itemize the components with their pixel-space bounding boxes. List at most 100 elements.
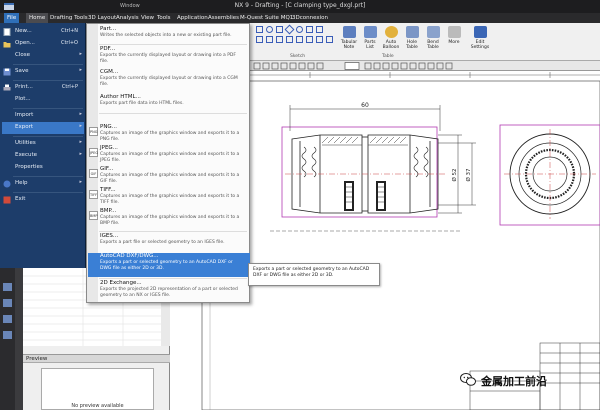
preview-title: Preview <box>26 356 48 362</box>
file-menu-help[interactable]: Help ▸ <box>2 178 84 190</box>
hole-table-icon <box>405 26 419 38</box>
wechat-icon <box>460 373 476 386</box>
offset-icon[interactable] <box>306 36 313 43</box>
window-title: NX 9 - Drafting - [C clamping type_dxgl.… <box>234 2 366 9</box>
file-menu-divider <box>13 136 83 137</box>
constraint-icon[interactable] <box>326 36 333 43</box>
file-menu-execute[interactable]: Execute ▸ <box>2 150 84 162</box>
file-menu-new[interactable]: New... Ctrl+N <box>2 26 84 38</box>
export-part[interactable]: Part... Writes the selected objects into… <box>88 26 250 43</box>
edit-settings-icon <box>473 26 487 38</box>
chevron-right-icon: ▸ <box>79 179 82 185</box>
export-gif[interactable]: GIF GIF... Captures an image of the grap… <box>88 166 250 188</box>
preview-empty-text: No preview available <box>71 403 124 409</box>
tab-tools[interactable]: Tools <box>154 13 174 23</box>
open-icon <box>3 40 11 48</box>
parts-list-button[interactable]: Parts List <box>360 25 380 58</box>
gif-icon: GIF <box>89 169 98 178</box>
properties-icon <box>3 164 11 172</box>
utilities-icon <box>3 140 11 148</box>
file-menu-close[interactable]: Close ▸ <box>2 50 84 62</box>
file-menu-plot[interactable]: Plot... <box>2 94 84 106</box>
file-menu-save[interactable]: Save ▸ <box>2 66 84 78</box>
point-icon[interactable] <box>316 26 323 33</box>
file-menu-exit[interactable]: Exit <box>2 194 84 206</box>
file-menu-print[interactable]: Print... Ctrl+P <box>2 82 84 94</box>
export-pdf[interactable]: PDF... Exports the currently displayed l… <box>88 46 250 68</box>
clamp-side-view <box>285 134 445 214</box>
help-icon <box>3 180 11 188</box>
tooltip: Exports a part or selected geometry to a… <box>248 263 380 286</box>
dimension-width: 60 <box>361 102 369 109</box>
chevron-right-icon: ▸ <box>79 51 82 57</box>
auto-balloon-icon <box>384 26 398 38</box>
tab-home[interactable]: Home <box>26 13 49 23</box>
menu-bar: File Home Drafting Tools 3D Layout Analy… <box>0 13 600 23</box>
mirror-icon[interactable] <box>296 36 303 43</box>
bend-table-button[interactable]: Bend Table <box>423 25 443 58</box>
fillet-icon[interactable] <box>276 36 283 43</box>
edit-settings-button[interactable]: Edit Settings <box>467 25 493 58</box>
pattern-icon[interactable] <box>316 36 323 43</box>
file-menu-divider <box>13 80 83 81</box>
export-jpeg[interactable]: JPEG JPEG... Captures an image of the gr… <box>88 145 250 167</box>
more-button[interactable]: More <box>444 25 464 58</box>
png-icon: PNG <box>89 127 98 136</box>
parts-list-icon <box>363 26 377 38</box>
exit-icon <box>3 196 11 204</box>
plot-icon <box>3 96 11 104</box>
tabular-note-button[interactable]: Tabular Note <box>339 25 359 58</box>
bmp-icon: BMP <box>89 211 98 220</box>
new-icon <box>3 28 11 36</box>
dimension-diameter-52: Ø 52 <box>451 168 458 181</box>
chevron-right-icon: ▸ <box>79 67 82 73</box>
arc-icon[interactable] <box>266 26 273 33</box>
jpeg-icon: JPEG <box>89 148 98 157</box>
ribbon-group-table: Table <box>382 54 394 59</box>
chevron-right-icon: ▸ <box>79 151 82 157</box>
dimension-diameter-37: Ø 37 <box>465 168 472 182</box>
file-menu-utilities[interactable]: Utilities ▸ <box>2 138 84 150</box>
chamfer-icon[interactable] <box>286 36 293 43</box>
export-bmp[interactable]: BMP BMP... Captures an image of the grap… <box>88 208 250 230</box>
title-bar: Window NX 9 - Drafting - [C clamping typ… <box>0 0 600 13</box>
export-tiff[interactable]: TIFF TIFF... Captures an image of the gr… <box>88 187 250 209</box>
preview-header[interactable]: Preview <box>23 354 170 363</box>
import-icon <box>3 112 11 120</box>
tab-mquest[interactable]: M-Quest Suite MQ1 <box>237 13 296 23</box>
export-cgm[interactable]: CGM... Exports the currently displayed l… <box>88 69 250 91</box>
tab-3dconnexion[interactable]: 3Dconnexion <box>289 13 331 23</box>
file-menu-divider <box>13 64 83 65</box>
export-icon <box>3 124 11 132</box>
file-menu: New... Ctrl+N Open... Ctrl+O Close ▸ Sav… <box>0 23 86 268</box>
export-png[interactable]: PNG PNG... Captures an image of the grap… <box>88 124 250 146</box>
export-author-html[interactable]: Author HTML... Exports part file data in… <box>88 94 250 111</box>
tab-file[interactable]: File <box>4 13 20 23</box>
chevron-right-icon: ▸ <box>79 139 82 145</box>
file-menu-open[interactable]: Open... Ctrl+O <box>2 38 84 50</box>
export-2d-exchange[interactable]: 2D Exchange... Exports the projected 2D … <box>88 280 250 302</box>
export-iges[interactable]: IGES... Exports a part file or selected … <box>88 233 250 250</box>
ribbon-group-sketch: Sketch <box>290 54 306 59</box>
spline-icon[interactable] <box>306 26 313 33</box>
polygon-icon[interactable] <box>284 24 295 35</box>
line-icon[interactable] <box>256 26 263 33</box>
rectangle-icon[interactable] <box>276 26 283 33</box>
file-menu-properties[interactable]: Properties <box>2 162 84 174</box>
file-menu-divider <box>13 108 83 109</box>
tiff-icon: TIFF <box>89 190 98 199</box>
close-icon <box>3 52 11 60</box>
trim-icon[interactable] <box>256 36 263 43</box>
save-icon <box>3 68 11 76</box>
file-menu-divider <box>13 176 83 177</box>
hole-table-button[interactable]: Hole Table <box>402 25 422 58</box>
file-menu-import[interactable]: Import ▸ <box>2 110 84 122</box>
bend-table-icon <box>426 26 440 38</box>
tabular-note-icon <box>342 26 356 38</box>
export-autocad-dxf-dwg[interactable]: AutoCAD DXF/DWG... Exports a part or sel… <box>88 253 250 277</box>
clamp-end-view <box>504 129 596 219</box>
file-menu-export[interactable]: Export ▸ <box>2 122 84 134</box>
circle-icon[interactable] <box>296 26 303 33</box>
file-menu-divider <box>13 192 83 193</box>
extend-icon[interactable] <box>266 36 273 43</box>
